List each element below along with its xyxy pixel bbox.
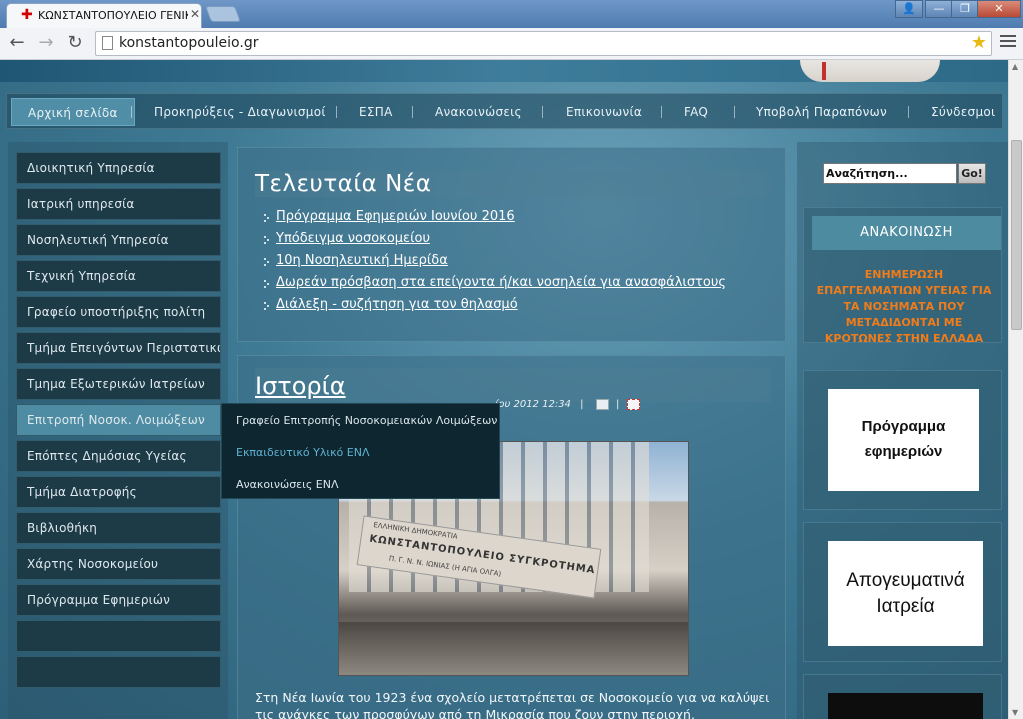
browser-tab-bar: ✚ ΚΩΝΣΤΑΝΤΟΠΟΥΛΕΙΟ ΓΕΝΙΚ ✕ 👤 — ❐ ✕ (0, 0, 1023, 28)
latest-news-panel: Τελευταία Νέα Πρόγραμμα Εφημεριών Ιουνίο… (237, 147, 786, 342)
nav-separator (542, 106, 543, 118)
submenu-item-office[interactable]: Γραφείο Επιτροπής Νοσοκομειακών Λοιμώξεω… (236, 414, 497, 427)
sidebar-item-empty[interactable] (16, 656, 221, 688)
sidebar-item-emergency[interactable]: Τμήμα Επειγόντων Περιστατικών (16, 332, 221, 364)
submenu-item-educational-material[interactable]: Εκπαιδευτικό Υλικό ΕΝΛ (236, 446, 370, 459)
header-doctor-image (800, 60, 940, 82)
minimize-button[interactable]: — (925, 0, 953, 18)
duty-schedule-banner[interactable]: Πρόγραμμα εφημεριών (828, 389, 979, 491)
article-date-text: ίου 2012 12:34 (495, 399, 571, 410)
nav-item-faq[interactable]: FAQ (684, 98, 708, 126)
address-bar[interactable]: konstantopouleio.gr ★ (95, 31, 992, 56)
search-go-button[interactable]: Go! (958, 163, 986, 184)
sidebar-item-medical[interactable]: Ιατρική υπηρεσία (16, 188, 221, 220)
page-icon (102, 36, 113, 50)
sidebar-item-public-health[interactable]: Επόπτες Δημόσιας Υγείας (16, 440, 221, 472)
dark-banner-image[interactable] (828, 693, 983, 719)
maximize-button[interactable]: ❐ (951, 0, 979, 18)
sidebar-item-administration[interactable]: Διοικητική Υπηρεσία (16, 152, 221, 184)
bookmark-star-icon[interactable]: ★ (971, 32, 987, 53)
print-icon[interactable] (596, 399, 609, 410)
tab-close-icon[interactable]: ✕ (190, 7, 200, 21)
new-tab-button[interactable] (205, 6, 241, 22)
announcement-panel: ΑΝΑΚΟΙΝΩΣΗ ΕΝΗΜΕΡΩΣΗ ΕΠΑΓΓΕΛΜΑΤΙΩΝ ΥΓΕΙΑ… (803, 207, 1002, 345)
nav-item-espa[interactable]: ΕΣΠΑ (359, 98, 393, 126)
nav-separator (661, 106, 662, 118)
meta-separator: | (580, 399, 584, 410)
reload-icon[interactable]: ↻ (64, 32, 86, 54)
news-link[interactable]: Δωρεάν πρόσβαση στα επείγοντα ή/και νοση… (276, 275, 726, 290)
submenu-item-announcements[interactable]: Ανακοινώσεις ΕΝΛ (236, 478, 339, 491)
afternoon-clinics-banner[interactable]: Απογευματινά Ιατρεία (828, 541, 983, 646)
card-text: εφημεριών (864, 443, 943, 460)
nav-item-tenders[interactable]: Προκηρύξεις - Διαγωνισμοί (154, 98, 326, 126)
forward-arrow-icon[interactable]: → (35, 32, 57, 54)
nav-item-announcements[interactable]: Ανακοινώσεις (435, 98, 522, 126)
news-link[interactable]: Διάλεξη - συζήτηση για τον θηλασμό (276, 297, 518, 312)
nav-item-home[interactable]: Αρχική σελίδα (11, 98, 135, 126)
bullet-icon (264, 280, 271, 287)
tab-title: ΚΩΝΣΤΑΝΤΟΠΟΥΛΕΙΟ ΓΕΝΙΚ (38, 9, 188, 22)
url-text[interactable]: konstantopouleio.gr (119, 35, 258, 51)
email-icon[interactable] (627, 399, 640, 410)
sidebar-item-nursing[interactable]: Νοσηλευτική Υπηρεσία (16, 224, 221, 256)
nav-item-contact[interactable]: Επικοινωνία (566, 98, 642, 126)
nav-item-links[interactable]: Σύνδεσμοι (931, 98, 995, 126)
news-link[interactable]: Υπόδειγμα νοσοκομείου (276, 231, 430, 246)
article-date: ίου 2012 12:34 | (495, 399, 583, 410)
back-arrow-icon[interactable]: ← (6, 32, 28, 54)
card-text: Πρόγραμμα (861, 418, 946, 435)
vertical-scrollbar[interactable]: ▲ ▼ (1008, 60, 1023, 719)
submenu-flyout: Γραφείο Επιτροπής Νοσοκομειακών Λοιμώξεω… (221, 403, 500, 499)
scroll-down-arrow-icon[interactable]: ▼ (1012, 708, 1018, 717)
bullet-icon (264, 258, 271, 265)
user-profile-button[interactable]: 👤 (895, 0, 923, 18)
bullet-icon (264, 236, 271, 243)
news-link[interactable]: 10η Νοσηλευτική Ημερίδα (276, 253, 448, 268)
main-navigation: Αρχική σελίδα Προκηρύξεις - Διαγωνισμοί … (6, 93, 1003, 129)
nav-separator (412, 106, 413, 118)
news-link[interactable]: Πρόγραμμα Εφημεριών Ιουνίου 2016 (276, 209, 515, 224)
browser-tab[interactable]: ✚ ΚΩΝΣΤΑΝΤΟΠΟΥΛΕΙΟ ΓΕΝΙΚ ✕ (6, 3, 202, 28)
sidebar: Διοικητική Υπηρεσία Ιατρική υπηρεσία Νοσ… (8, 142, 228, 719)
extra-banner-panel (803, 674, 1002, 719)
search-input[interactable]: Αναζήτηση... (823, 163, 957, 184)
scrollbar-thumb[interactable] (1011, 140, 1022, 330)
sidebar-item-empty[interactable] (16, 620, 221, 652)
scroll-up-arrow-icon[interactable]: ▲ (1012, 62, 1018, 71)
bullet-icon (264, 302, 271, 309)
browser-toolbar: ← → ↻ konstantopouleio.gr ★ (0, 28, 1023, 60)
latest-news-title: Τελευταία Νέα (255, 171, 771, 197)
nav-separator (908, 106, 909, 118)
browser-menu-icon[interactable] (1000, 35, 1016, 51)
sidebar-item-outpatients[interactable]: Τμημα Εξωτερικών Ιατρείων (16, 368, 221, 400)
photo-ground (339, 622, 688, 675)
sidebar-item-hospital-map[interactable]: Χάρτης Νοσοκομείου (16, 548, 221, 580)
window-close-button[interactable]: ✕ (977, 0, 1021, 18)
sidebar-item-technical[interactable]: Τεχνική Υπηρεσία (16, 260, 221, 292)
card-text: Ιατρεία (876, 596, 935, 617)
afternoon-clinics-panel: Απογευματινά Ιατρεία (803, 522, 1002, 662)
sidebar-item-duty-schedule[interactable]: Πρόγραμμα Εφημεριών (16, 584, 221, 616)
sidebar-item-nutrition[interactable]: Τμήμα Διατροφής (16, 476, 221, 508)
nav-separator (734, 106, 735, 118)
nav-separator (131, 106, 132, 118)
nav-separator (336, 106, 337, 118)
sidebar-item-infections-committee[interactable]: Επιτροπή Νοσοκ. Λοιμώξεων (16, 404, 221, 436)
article-title[interactable]: Ιστορία (255, 368, 771, 402)
right-sidebar: Αναζήτηση... Go! ΑΝΑΚΟΙΝΩΣΗ ΕΝΗΜΕΡΩΣΗ ΕΠ… (797, 142, 1008, 719)
meta-separator: | (616, 399, 620, 410)
announcement-link[interactable]: ΕΝΗΜΕΡΩΣΗ ΕΠΑΓΓΕΛΜΑΤΙΩΝ ΥΓΕΙΑΣ ΓΙΑ ΤΑ ΝΟ… (814, 267, 994, 347)
bullet-icon (264, 214, 271, 221)
card-text: Απογευματινά (846, 570, 965, 591)
sidebar-item-library[interactable]: Βιβλιοθήκη (16, 512, 221, 544)
article-text: Στη Νέα Ιωνία του 1923 ένα σχολείο μετατ… (255, 690, 770, 719)
web-page: Αρχική σελίδα Προκηρύξεις - Διαγωνισμοί … (0, 60, 1008, 719)
duty-schedule-panel: Πρόγραμμα εφημεριών (803, 370, 1002, 510)
sidebar-item-citizen-support[interactable]: Γραφείο υποστήριξης πολίτη (16, 296, 221, 328)
nav-item-complaints[interactable]: Υποβολή Παραπόνων (756, 98, 887, 126)
announcement-heading: ΑΝΑΚΟΙΝΩΣΗ (812, 216, 1001, 250)
red-cross-favicon-icon: ✚ (21, 7, 33, 23)
